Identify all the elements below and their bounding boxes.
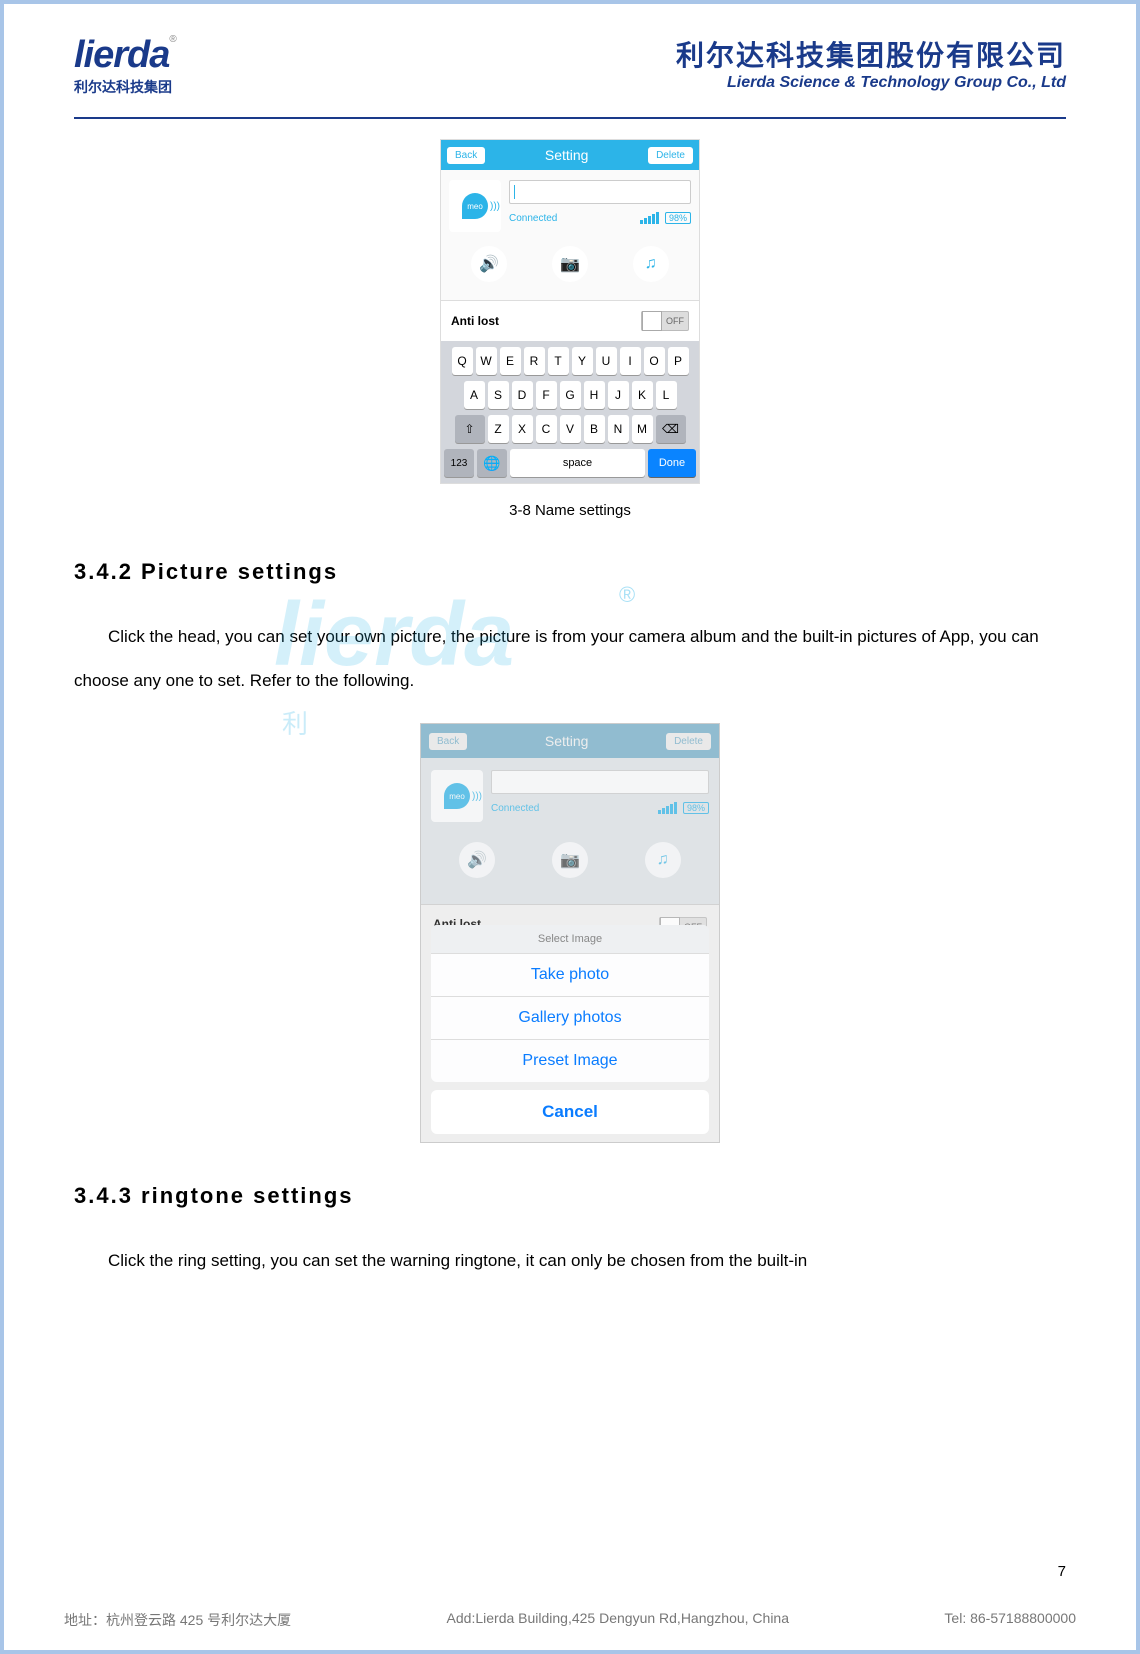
- trademark: ®: [169, 34, 176, 45]
- header-divider: [74, 117, 1066, 119]
- connected-label: Connected: [509, 213, 557, 224]
- key-y[interactable]: Y: [572, 347, 593, 375]
- key-m[interactable]: M: [632, 415, 653, 443]
- logo-subtitle: 利尔达科技集团: [74, 77, 177, 97]
- shift-key[interactable]: ⇧: [455, 415, 485, 443]
- figure-caption-1: 3-8 Name settings: [74, 502, 1066, 519]
- key-j[interactable]: J: [608, 381, 629, 409]
- numbers-key[interactable]: 123: [444, 449, 474, 477]
- delete-button-2[interactable]: Delete: [666, 733, 711, 750]
- space-key[interactable]: space: [510, 449, 645, 477]
- music-icon[interactable]: ♫: [633, 246, 669, 282]
- key-b[interactable]: B: [584, 415, 605, 443]
- music-icon-2: ♫: [645, 842, 681, 878]
- connected-label-2: Connected: [491, 803, 539, 814]
- key-v[interactable]: V: [560, 415, 581, 443]
- key-s[interactable]: S: [488, 381, 509, 409]
- signal-icon-2: [658, 802, 677, 814]
- battery-indicator-2: 98%: [683, 802, 709, 814]
- watermark-sub: 利: [282, 704, 312, 741]
- key-k[interactable]: K: [632, 381, 653, 409]
- name-input-2: [491, 770, 709, 794]
- key-o[interactable]: O: [644, 347, 665, 375]
- battery-indicator: 98%: [665, 212, 691, 224]
- key-h[interactable]: H: [584, 381, 605, 409]
- section-body-picture: Click the head, you can set your own pic…: [74, 615, 1066, 703]
- footer-address-en: Add:Lierda Building,425 Dengyun Rd,Hangz…: [447, 1610, 789, 1630]
- company-cn: 利尔达科技集团股份有限公司: [676, 34, 1066, 74]
- key-z[interactable]: Z: [488, 415, 509, 443]
- section-title-ringtone: 3.4.3 ringtone settings: [74, 1183, 1066, 1209]
- key-p[interactable]: P: [668, 347, 689, 375]
- sound-icon-2: 🔊: [459, 842, 495, 878]
- key-u[interactable]: U: [596, 347, 617, 375]
- backspace-key[interactable]: ⌫: [656, 415, 686, 443]
- preset-image-option[interactable]: Preset Image: [431, 1040, 709, 1082]
- company-en: Lierda Science & Technology Group Co., L…: [676, 74, 1066, 92]
- delete-button[interactable]: Delete: [648, 147, 693, 164]
- screen-title: Setting: [545, 147, 589, 163]
- key-e[interactable]: E: [500, 347, 521, 375]
- page-number: 7: [1058, 1563, 1066, 1580]
- app-header: Back Setting Delete: [441, 140, 699, 170]
- section-title-picture: 3.4.2 Picture settings: [74, 559, 1066, 585]
- take-photo-option[interactable]: Take photo: [431, 954, 709, 997]
- key-i[interactable]: I: [620, 347, 641, 375]
- action-sheet: Select Image Take photo Gallery photos P…: [431, 925, 709, 1134]
- key-g[interactable]: G: [560, 381, 581, 409]
- avatar-icon-2: meo: [444, 783, 470, 809]
- key-c[interactable]: C: [536, 415, 557, 443]
- camera-icon[interactable]: 📷: [552, 246, 588, 282]
- key-r[interactable]: R: [524, 347, 545, 375]
- screenshot-picture-settings: Back Setting Delete meo Connected: [420, 723, 720, 1143]
- company-name: 利尔达科技集团股份有限公司 Lierda Science & Technolog…: [676, 34, 1066, 92]
- watermark-r: ®: [619, 582, 635, 608]
- footer: 地址：杭州登云路 425 号利尔达大厦 Add:Lierda Building,…: [4, 1610, 1136, 1630]
- screenshot-name-settings: Back Setting Delete meo Connected 98%: [440, 139, 700, 484]
- avatar-2[interactable]: meo: [431, 770, 483, 822]
- avatar-icon: meo: [462, 193, 488, 219]
- key-l[interactable]: L: [656, 381, 677, 409]
- footer-address-cn: 地址：杭州登云路 425 号利尔达大厦: [64, 1610, 291, 1630]
- key-f[interactable]: F: [536, 381, 557, 409]
- name-input[interactable]: [509, 180, 691, 204]
- done-key[interactable]: Done: [648, 449, 696, 477]
- key-n[interactable]: N: [608, 415, 629, 443]
- back-button[interactable]: Back: [447, 147, 485, 164]
- page-header: lierda® 利尔达科技集团 利尔达科技集团股份有限公司 Lierda Sci…: [74, 34, 1066, 97]
- key-w[interactable]: W: [476, 347, 497, 375]
- key-t[interactable]: T: [548, 347, 569, 375]
- key-a[interactable]: A: [464, 381, 485, 409]
- keyboard: QWERTYUIOP ASDFGHJKL ⇧ ZXCVBNM ⌫ 123 🌐 s…: [441, 341, 699, 483]
- antilost-label: Anti lost: [451, 314, 499, 328]
- antilost-toggle[interactable]: OFF: [641, 311, 689, 331]
- gallery-photos-option[interactable]: Gallery photos: [431, 997, 709, 1040]
- key-q[interactable]: Q: [452, 347, 473, 375]
- screen-title-2: Setting: [545, 733, 589, 749]
- back-button-2[interactable]: Back: [429, 733, 467, 750]
- globe-key[interactable]: 🌐: [477, 449, 507, 477]
- camera-icon-2: 📷: [552, 842, 588, 878]
- sound-icon[interactable]: 🔊: [471, 246, 507, 282]
- sheet-title: Select Image: [431, 925, 709, 954]
- key-d[interactable]: D: [512, 381, 533, 409]
- logo-left: lierda® 利尔达科技集团: [74, 34, 177, 97]
- key-x[interactable]: X: [512, 415, 533, 443]
- cancel-button[interactable]: Cancel: [431, 1090, 709, 1134]
- avatar[interactable]: meo: [449, 180, 501, 232]
- signal-icon: [640, 212, 659, 224]
- footer-tel: Tel: 86-57188800000: [944, 1610, 1076, 1630]
- logo-text: lierda: [74, 34, 169, 76]
- section-body-ringtone: Click the ring setting, you can set the …: [74, 1239, 1066, 1283]
